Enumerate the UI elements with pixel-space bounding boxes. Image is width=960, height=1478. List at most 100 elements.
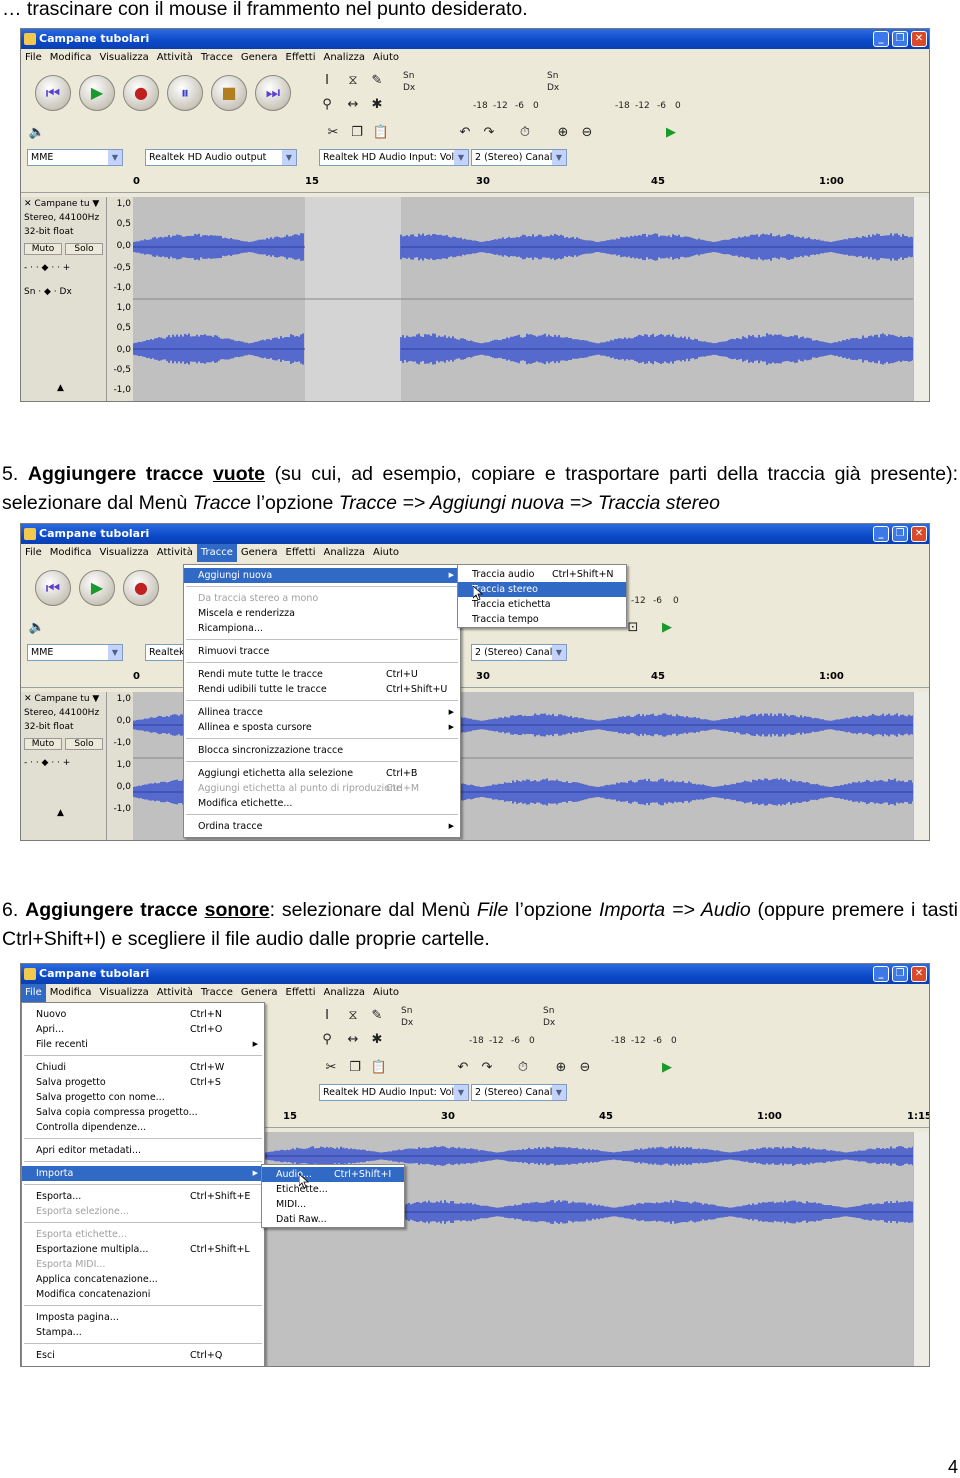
- menu-item[interactable]: Traccia etichetta: [458, 597, 626, 612]
- menu-item[interactable]: Rendi mute tutte le tracce Ctrl+U: [184, 667, 460, 682]
- record-icon[interactable]: ●: [123, 570, 159, 606]
- menu-aiuto[interactable]: Aiuto: [369, 984, 403, 1002]
- channels-select[interactable]: 2 (Stereo) Canali i ▼: [471, 149, 567, 166]
- close-icon[interactable]: ✕: [911, 31, 927, 47]
- multi-tool-icon[interactable]: ✱: [367, 95, 387, 115]
- menu-item[interactable]: Miscela e renderizza: [184, 606, 460, 621]
- menu-item[interactable]: Salva progetto Ctrl+S: [22, 1075, 264, 1090]
- play-icon[interactable]: ▶: [79, 75, 115, 111]
- play-at-speed-icon[interactable]: ▶: [657, 1058, 677, 1078]
- play-icon[interactable]: ▶: [79, 570, 115, 606]
- gain-slider[interactable]: - · · ◆ · · +: [24, 263, 70, 273]
- menu-item[interactable]: Audio... Ctrl+Shift+I: [262, 1167, 404, 1182]
- menu-item[interactable]: Applica concatenazione...: [22, 1272, 264, 1287]
- menu-genera[interactable]: Genera: [237, 984, 282, 1002]
- vertical-scrollbar[interactable]: [913, 197, 929, 401]
- solo-button[interactable]: Solo: [65, 738, 103, 750]
- menu-file[interactable]: File: [21, 984, 46, 1002]
- menu-item[interactable]: Apri... Ctrl+O: [22, 1022, 264, 1037]
- host-select[interactable]: MME ▼: [27, 644, 123, 661]
- paste-icon[interactable]: 📋: [371, 123, 391, 143]
- input-device-select[interactable]: Realtek HD Audio Input: Volum ▼: [319, 149, 469, 166]
- menu-modifica[interactable]: Modifica: [46, 49, 96, 67]
- menu-item[interactable]: Salva progetto con nome...: [22, 1090, 264, 1105]
- sync-lock-icon[interactable]: ⏱: [515, 123, 535, 143]
- vertical-scrollbar[interactable]: [913, 692, 929, 840]
- multi-tool-icon[interactable]: ✱: [367, 1030, 387, 1050]
- menu-genera[interactable]: Genera: [237, 544, 282, 562]
- menu-tracce[interactable]: Tracce: [196, 544, 237, 562]
- menu-item[interactable]: Chiudi Ctrl+W: [22, 1060, 264, 1075]
- menu-file[interactable]: File: [21, 544, 46, 562]
- menu-item[interactable]: Stampa...: [22, 1325, 264, 1340]
- menu-item[interactable]: Etichette...: [262, 1182, 404, 1197]
- menu-item[interactable]: Salva copia compressa progetto...: [22, 1105, 264, 1120]
- maximize-icon[interactable]: ❐: [892, 31, 908, 47]
- menu-item[interactable]: Modifica etichette...: [184, 796, 460, 811]
- pan-slider[interactable]: Sn · ◆ · Dx: [24, 287, 72, 297]
- copy-icon[interactable]: ❐: [345, 1058, 365, 1078]
- collapse-icon[interactable]: ▲: [57, 808, 64, 818]
- timeline-ruler[interactable]: 0 15 30 45 1:00: [21, 173, 929, 193]
- input-device-select[interactable]: Realtek HD Audio Input: Volum ▼: [319, 1084, 469, 1101]
- menu-item[interactable]: Traccia stereo: [458, 582, 626, 597]
- menu-aiuto[interactable]: Aiuto: [369, 544, 403, 562]
- zoom-out-icon[interactable]: ⊖: [577, 123, 597, 143]
- cut-icon[interactable]: ✂: [321, 1058, 341, 1078]
- maximize-icon[interactable]: ❐: [892, 966, 908, 982]
- menu-item[interactable]: Traccia audio Ctrl+Shift+N: [458, 567, 626, 582]
- menu-attivita[interactable]: Attività: [153, 544, 197, 562]
- menu-item[interactable]: Aggiungi nuova ▶: [184, 568, 460, 583]
- output-device-select[interactable]: Realtek HD Audio output ▼: [145, 149, 297, 166]
- gain-slider[interactable]: - · · ◆ · · +: [24, 758, 70, 768]
- zoom-in-icon[interactable]: ⊕: [551, 1058, 571, 1078]
- maximize-icon[interactable]: ❐: [892, 526, 908, 542]
- menu-item[interactable]: Traccia tempo: [458, 612, 626, 627]
- undo-icon[interactable]: ↶: [453, 1058, 473, 1078]
- menu-item[interactable]: Esportazione multipla... Ctrl+Shift+L: [22, 1242, 264, 1257]
- solo-button[interactable]: Solo: [65, 243, 103, 255]
- menu-item[interactable]: Esci Ctrl+Q: [22, 1348, 264, 1363]
- menu-item[interactable]: Allinea e sposta cursore ▶: [184, 720, 460, 735]
- zoom-out-icon[interactable]: ⊖: [575, 1058, 595, 1078]
- skip-end-icon[interactable]: ⏭: [255, 75, 291, 111]
- menu-genera[interactable]: Genera: [237, 49, 282, 67]
- menu-analizza[interactable]: Analizza: [319, 49, 369, 67]
- close-icon[interactable]: ✕: [911, 966, 927, 982]
- record-icon[interactable]: ●: [123, 75, 159, 111]
- menu-modifica[interactable]: Modifica: [46, 544, 96, 562]
- zoom-in-icon[interactable]: ⊕: [553, 123, 573, 143]
- minimize-icon[interactable]: _: [873, 966, 889, 982]
- menu-file[interactable]: File: [21, 49, 46, 67]
- undo-icon[interactable]: ↶: [455, 123, 475, 143]
- track-name[interactable]: ✕ Campane tu ▼: [24, 199, 99, 209]
- menu-item[interactable]: Modifica concatenazioni: [22, 1287, 264, 1302]
- menu-item[interactable]: Esporta... Ctrl+Shift+E: [22, 1189, 264, 1204]
- menu-visualizza[interactable]: Visualizza: [96, 544, 153, 562]
- menu-item[interactable]: Controlla dipendenze...: [22, 1120, 264, 1135]
- menu-item[interactable]: Blocca sincronizzazione tracce: [184, 743, 460, 758]
- menu-item[interactable]: Importa ▶: [22, 1166, 264, 1181]
- close-icon[interactable]: ✕: [911, 526, 927, 542]
- collapse-icon[interactable]: ▲: [57, 383, 64, 393]
- skip-start-icon[interactable]: ⏮: [35, 570, 71, 606]
- menu-item[interactable]: Rendi udibili tutte le tracce Ctrl+Shift+…: [184, 682, 460, 697]
- zoom-tool-icon[interactable]: ⚲: [317, 1030, 337, 1050]
- play-at-speed-icon[interactable]: ▶: [661, 123, 681, 143]
- mute-button[interactable]: Muto: [24, 243, 62, 255]
- menu-tracce[interactable]: Tracce: [197, 49, 237, 67]
- redo-icon[interactable]: ↷: [477, 1058, 497, 1078]
- channels-select[interactable]: 2 (Stereo) Canali i ▼: [471, 1084, 567, 1101]
- draw-tool-icon[interactable]: ✎: [367, 71, 387, 91]
- menu-tracce[interactable]: Tracce: [197, 984, 237, 1002]
- host-select[interactable]: MME ▼: [27, 149, 123, 166]
- timeshift-tool-icon[interactable]: ↔: [343, 95, 363, 115]
- selection-tool-icon[interactable]: I: [317, 71, 337, 91]
- paste-icon[interactable]: 📋: [369, 1058, 389, 1078]
- timeline-ruler[interactable]: 0 30 45 1:00: [21, 668, 929, 688]
- menu-attivita[interactable]: Attività: [153, 984, 197, 1002]
- menu-effetti[interactable]: Effetti: [282, 984, 320, 1002]
- menu-effetti[interactable]: Effetti: [282, 544, 320, 562]
- track-name[interactable]: ✕ Campane tu ▼: [24, 694, 99, 704]
- menu-attivita[interactable]: Attività: [153, 49, 197, 67]
